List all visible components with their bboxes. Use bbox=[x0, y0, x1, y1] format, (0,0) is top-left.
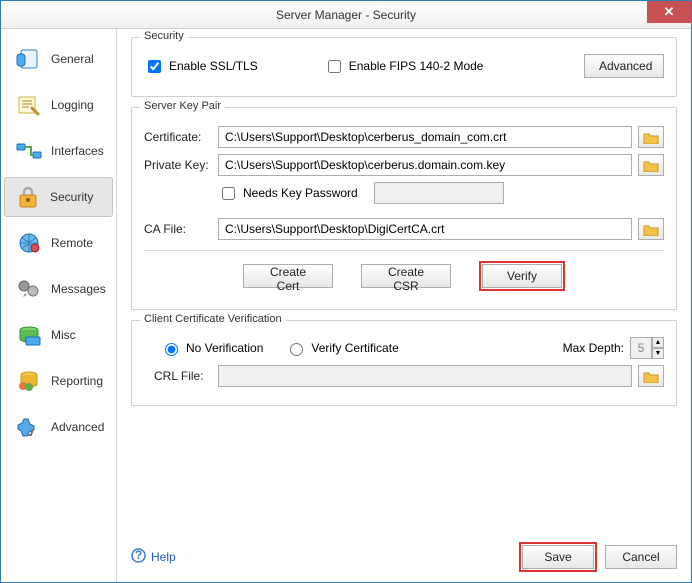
logging-icon bbox=[15, 91, 43, 119]
sidebar-item-logging[interactable]: Logging bbox=[5, 85, 112, 125]
sidebar-item-label: Reporting bbox=[51, 374, 103, 388]
client-cert-group-title: Client Certificate Verification bbox=[140, 313, 286, 325]
security-group: Security Enable SSL/TLS Enable FIPS 140-… bbox=[131, 37, 677, 97]
max-depth-spinner[interactable]: ▲ ▼ bbox=[630, 337, 664, 359]
save-highlight: Save bbox=[519, 542, 597, 572]
advanced-icon bbox=[15, 413, 43, 441]
enable-fips-checkbox[interactable]: Enable FIPS 140-2 Mode bbox=[324, 57, 578, 76]
interfaces-icon bbox=[15, 137, 43, 165]
keypair-group-title: Server Key Pair bbox=[140, 100, 225, 112]
needs-key-password-input[interactable] bbox=[222, 187, 235, 200]
sidebar-item-label: Logging bbox=[51, 98, 94, 112]
key-password-input bbox=[374, 182, 504, 204]
certificate-input[interactable] bbox=[218, 126, 632, 148]
save-button[interactable]: Save bbox=[522, 545, 594, 569]
enable-fips-input[interactable] bbox=[328, 60, 341, 73]
needs-key-password-checkbox[interactable]: Needs Key Password bbox=[218, 184, 358, 203]
verify-button[interactable]: Verify bbox=[482, 264, 562, 288]
sidebar-item-general[interactable]: General bbox=[5, 39, 112, 79]
sidebar-item-security[interactable]: Security bbox=[4, 177, 113, 217]
sidebar-item-label: General bbox=[51, 52, 94, 66]
enable-ssl-checkbox[interactable]: Enable SSL/TLS bbox=[144, 57, 258, 76]
verify-certificate-radio[interactable]: Verify Certificate bbox=[285, 340, 398, 356]
window-title: Server Manager - Security bbox=[276, 8, 416, 22]
svg-text:?: ? bbox=[135, 548, 142, 562]
sidebar-item-remote[interactable]: Remote bbox=[5, 223, 112, 263]
security-group-title: Security bbox=[140, 30, 188, 42]
create-csr-button[interactable]: Create CSR bbox=[361, 264, 451, 288]
certificate-label: Certificate: bbox=[144, 130, 212, 144]
enable-ssl-input[interactable] bbox=[148, 60, 161, 73]
sidebar-item-label: Remote bbox=[51, 236, 93, 250]
advanced-button[interactable]: Advanced bbox=[584, 54, 664, 78]
close-button[interactable]: ✕ bbox=[647, 1, 691, 23]
sidebar: General Logging Interfaces Security bbox=[1, 29, 117, 582]
crl-file-label: CRL File: bbox=[154, 369, 212, 383]
messages-icon bbox=[15, 275, 43, 303]
divider bbox=[144, 250, 664, 251]
remote-icon bbox=[15, 229, 43, 257]
main-panel: Security Enable SSL/TLS Enable FIPS 140-… bbox=[117, 29, 691, 582]
sidebar-item-advanced[interactable]: Advanced bbox=[5, 407, 112, 447]
certificate-browse-button[interactable] bbox=[638, 126, 664, 148]
help-link[interactable]: ? Help bbox=[131, 548, 176, 566]
spinner-down[interactable]: ▼ bbox=[652, 348, 664, 359]
max-depth-input bbox=[630, 337, 652, 359]
ca-file-browse-button[interactable] bbox=[638, 218, 664, 240]
crl-file-browse-button[interactable] bbox=[638, 365, 664, 387]
sidebar-item-misc[interactable]: Misc bbox=[5, 315, 112, 355]
create-cert-button[interactable]: Create Cert bbox=[243, 264, 333, 288]
sidebar-item-label: Security bbox=[50, 190, 93, 204]
private-key-label: Private Key: bbox=[144, 158, 212, 172]
no-verification-input[interactable] bbox=[165, 343, 178, 356]
sidebar-item-label: Interfaces bbox=[51, 144, 104, 158]
sidebar-item-label: Misc bbox=[51, 328, 76, 342]
misc-icon bbox=[15, 321, 43, 349]
private-key-input[interactable] bbox=[218, 154, 632, 176]
keypair-group: Server Key Pair Certificate: Private Key… bbox=[131, 107, 677, 310]
sidebar-item-label: Messages bbox=[51, 282, 106, 296]
help-icon: ? bbox=[131, 548, 146, 566]
max-depth-label: Max Depth: bbox=[563, 341, 624, 355]
reporting-icon bbox=[15, 367, 43, 395]
general-icon bbox=[15, 45, 43, 73]
ca-file-label: CA File: bbox=[144, 222, 212, 236]
titlebar: Server Manager - Security ✕ bbox=[1, 1, 691, 29]
sidebar-item-messages[interactable]: Messages bbox=[5, 269, 112, 309]
lock-icon bbox=[14, 183, 42, 211]
sidebar-item-label: Advanced bbox=[51, 420, 104, 434]
verify-certificate-input[interactable] bbox=[290, 343, 303, 356]
ca-file-input[interactable] bbox=[218, 218, 632, 240]
cancel-button[interactable]: Cancel bbox=[605, 545, 677, 569]
verify-highlight: Verify bbox=[479, 261, 565, 291]
no-verification-radio[interactable]: No Verification bbox=[160, 340, 263, 356]
crl-file-input bbox=[218, 365, 632, 387]
footer: ? Help Save Cancel bbox=[131, 542, 677, 572]
spinner-up[interactable]: ▲ bbox=[652, 337, 664, 348]
client-cert-group: Client Certificate Verification No Verif… bbox=[131, 320, 677, 406]
sidebar-item-reporting[interactable]: Reporting bbox=[5, 361, 112, 401]
sidebar-item-interfaces[interactable]: Interfaces bbox=[5, 131, 112, 171]
window: Server Manager - Security ✕ General Logg… bbox=[0, 0, 692, 583]
private-key-browse-button[interactable] bbox=[638, 154, 664, 176]
